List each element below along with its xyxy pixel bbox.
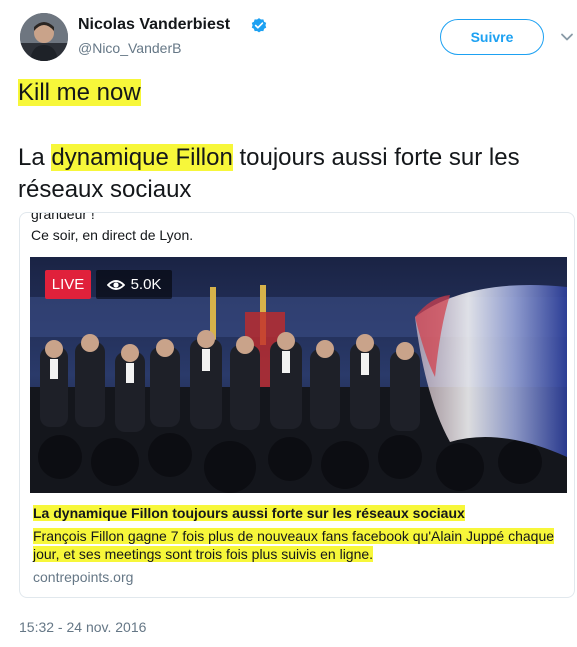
card-title: La dynamique Fillon toujours aussi forte… [33, 505, 465, 521]
eye-icon [106, 279, 125, 290]
author-name[interactable]: Nicolas Vanderbiest [78, 16, 230, 34]
live-badge: LIVE [45, 270, 91, 299]
highlighted-text: dynamique Fillon [51, 144, 233, 171]
verified-badge-icon [251, 18, 267, 33]
card-title-text: La dynamique Fillon toujours aussi forte… [33, 505, 465, 521]
tweet-text-segment: La [18, 144, 52, 171]
highlighted-text: Kill me now [18, 79, 141, 106]
link-card[interactable]: grandeur ! Ce soir, en direct de Lyon. L… [19, 212, 575, 598]
author-handle[interactable]: @Nico_VanderB [78, 40, 181, 56]
tweet-text-body: La dynamique Fillon toujours aussi forte… [18, 142, 568, 206]
card-description: François Fillon gagne 7 fois plus de nou… [33, 527, 561, 563]
card-caption: Ce soir, en direct de Lyon. [31, 227, 194, 243]
tweet-text-line1: Kill me now [18, 78, 141, 108]
card-description-text: François Fillon gagne 7 fois plus de nou… [33, 528, 555, 562]
viewer-count-badge: 5.0K [96, 270, 172, 299]
card-caption-cut: grandeur ! [31, 212, 95, 222]
card-domain: contrepoints.org [33, 569, 134, 585]
live-video-thumbnail[interactable]: LIVE 5.0K [30, 257, 567, 493]
tweet-timestamp[interactable]: 15:32 - 24 nov. 2016 [19, 619, 146, 635]
tweet: Nicolas Vanderbiest @Nico_VanderB Suivre… [0, 0, 577, 647]
chevron-down-icon[interactable] [560, 30, 574, 44]
follow-button[interactable]: Suivre [440, 19, 544, 55]
viewer-count: 5.0K [130, 276, 162, 293]
avatar[interactable] [20, 13, 68, 61]
